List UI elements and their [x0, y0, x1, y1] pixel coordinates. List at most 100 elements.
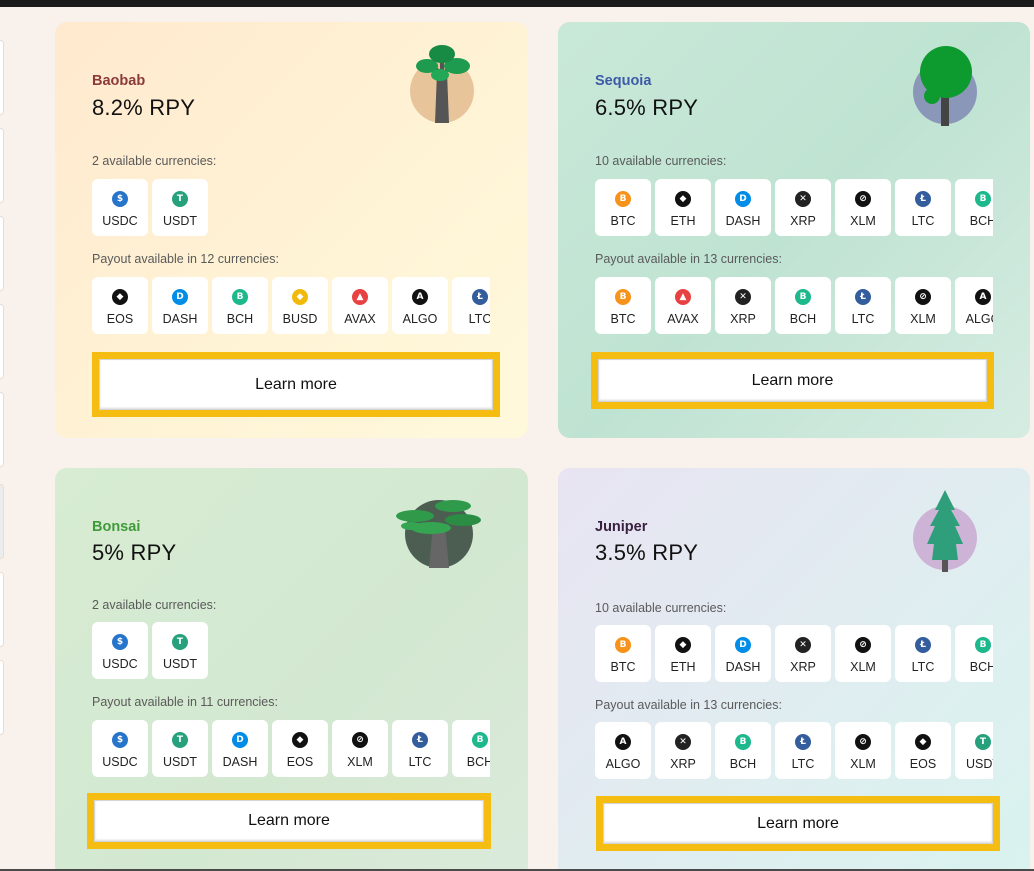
- available-currencies-label: 2 available currencies:: [92, 598, 217, 612]
- currency-symbol: XRP: [790, 214, 816, 228]
- currency-symbol: XLM: [910, 312, 936, 326]
- currency-symbol: USDT: [162, 755, 198, 769]
- currency-symbol: BTC: [610, 312, 636, 326]
- side-tab[interactable]: [0, 40, 4, 115]
- currency-tile-algo: A ALGO: [392, 277, 448, 334]
- side-tab[interactable]: [0, 392, 4, 467]
- xrp-coin-icon: ✕: [675, 734, 691, 750]
- currency-tile-usdc: $ USDC: [92, 179, 148, 236]
- currency-tile-algo: A ALGO: [955, 277, 993, 334]
- top-bar: [0, 0, 1034, 7]
- plan-rate: 6.5% RPY: [595, 95, 699, 120]
- eos-coin-icon: ◆: [915, 734, 931, 750]
- currency-symbol: XLM: [850, 660, 876, 674]
- learn-more-highlight: Learn more: [92, 352, 500, 417]
- bch-coin-icon: B: [795, 289, 811, 305]
- currency-symbol: BCH: [729, 757, 757, 771]
- currency-symbol: USDC: [102, 755, 138, 769]
- currency-tile-ltc: Ł LTC: [895, 625, 951, 682]
- learn-more-button[interactable]: Learn more: [99, 359, 493, 410]
- currency-symbol: BCH: [466, 755, 490, 769]
- juniper-tree-icon: [913, 490, 977, 572]
- currency-symbol: XRP: [730, 312, 756, 326]
- side-tab[interactable]: [0, 304, 4, 379]
- currency-tile-eos: ◆ EOS: [92, 277, 148, 334]
- currency-tile-avax: ▲ AVAX: [655, 277, 711, 334]
- usdt-coin-icon: T: [172, 732, 188, 748]
- currency-symbol: DASH: [162, 312, 198, 326]
- currency-tile-usdc: $ USDC: [92, 720, 148, 777]
- side-tab[interactable]: [0, 128, 4, 203]
- algo-coin-icon: A: [975, 289, 991, 305]
- currency-tile-bch: B BCH: [452, 720, 490, 777]
- plan-name: Baobab: [92, 73, 146, 89]
- usdt-coin-icon: T: [172, 634, 188, 650]
- baobab-tree-icon: [410, 45, 474, 123]
- plan-rate: 3.5% RPY: [595, 540, 699, 565]
- currency-symbol: EOS: [106, 312, 134, 326]
- currency-symbol: BUSD: [282, 312, 318, 326]
- currency-tile-dash: D DASH: [715, 179, 771, 236]
- currency-tile-eth: ◆ ETH: [655, 179, 711, 236]
- currency-tile-xrp: ✕ XRP: [715, 277, 771, 334]
- currency-tile-ltc: Ł LTC: [775, 722, 831, 779]
- ltc-coin-icon: Ł: [915, 191, 931, 207]
- plan-rate: 5% RPY: [92, 540, 177, 565]
- ltc-coin-icon: Ł: [412, 732, 428, 748]
- payout-currencies-label: Payout available in 13 currencies:: [595, 698, 782, 712]
- ltc-coin-icon: Ł: [472, 289, 488, 305]
- available-currencies-list: $ USDC T USDT: [92, 179, 490, 237]
- currency-tile-xlm: ⊘ XLM: [835, 179, 891, 236]
- currency-tile-xlm: ⊘ XLM: [835, 625, 891, 682]
- currency-tile-xrp: ✕ XRP: [775, 625, 831, 682]
- learn-more-highlight: Learn more: [87, 793, 491, 849]
- available-currencies-label: 2 available currencies:: [92, 154, 217, 168]
- payout-currencies-label: Payout available in 13 currencies:: [595, 252, 782, 266]
- bch-coin-icon: B: [232, 289, 248, 305]
- xrp-coin-icon: ✕: [795, 637, 811, 653]
- currency-tile-dash: D DASH: [212, 720, 268, 777]
- currency-symbol: BCH: [969, 214, 993, 228]
- currency-tile-ltc: Ł LTC: [895, 179, 951, 236]
- available-currencies-list: $ USDC T USDT: [92, 622, 490, 680]
- plan-name: Juniper: [595, 519, 648, 535]
- bch-coin-icon: B: [975, 191, 991, 207]
- dash-coin-icon: D: [735, 637, 751, 653]
- currency-symbol: BTC: [610, 214, 636, 228]
- currency-symbol: BCH: [226, 312, 254, 326]
- currency-symbol: USDC: [102, 214, 138, 228]
- currency-symbol: DASH: [725, 214, 761, 228]
- learn-more-button[interactable]: Learn more: [94, 800, 484, 842]
- currency-tile-usdc: $ USDC: [92, 622, 148, 679]
- currency-symbol: XRP: [670, 757, 696, 771]
- currency-symbol: LTC: [911, 214, 935, 228]
- currency-symbol: LTC: [851, 312, 875, 326]
- side-tab[interactable]: [0, 660, 4, 735]
- side-tab[interactable]: [0, 216, 4, 291]
- xlm-coin-icon: ⊘: [352, 732, 368, 748]
- side-tab[interactable]: [0, 484, 4, 559]
- learn-more-button[interactable]: Learn more: [598, 359, 987, 402]
- payout-currencies-list: A ALGO ✕ XRP B BCH Ł LTC ⊘ XLM ◆ EOS T USDT: [595, 722, 993, 780]
- currency-symbol: USDT: [965, 757, 993, 771]
- dash-coin-icon: D: [735, 191, 751, 207]
- currency-tile-dash: D DASH: [152, 277, 208, 334]
- currency-symbol: LTC: [408, 755, 432, 769]
- currency-symbol: XLM: [347, 755, 373, 769]
- currency-tile-btc: B BTC: [595, 179, 651, 236]
- eth-coin-icon: ◆: [675, 637, 691, 653]
- payout-currencies-list: B BTC ▲ AVAX ✕ XRP B BCH Ł LTC ⊘ XLM A ALGO: [595, 277, 993, 335]
- currency-tile-bch: B BCH: [715, 722, 771, 779]
- plan-rate: 8.2% RPY: [92, 95, 196, 120]
- dash-coin-icon: D: [232, 732, 248, 748]
- currency-tile-xrp: ✕ XRP: [655, 722, 711, 779]
- busd-coin-icon: ◆: [292, 289, 308, 305]
- currency-symbol: XLM: [850, 757, 876, 771]
- side-tab[interactable]: [0, 572, 4, 647]
- algo-coin-icon: A: [412, 289, 428, 305]
- payout-currencies-label: Payout available in 11 currencies:: [92, 695, 278, 709]
- dash-coin-icon: D: [172, 289, 188, 305]
- bch-coin-icon: B: [975, 637, 991, 653]
- currency-tile-dash: D DASH: [715, 625, 771, 682]
- learn-more-button[interactable]: Learn more: [603, 803, 993, 844]
